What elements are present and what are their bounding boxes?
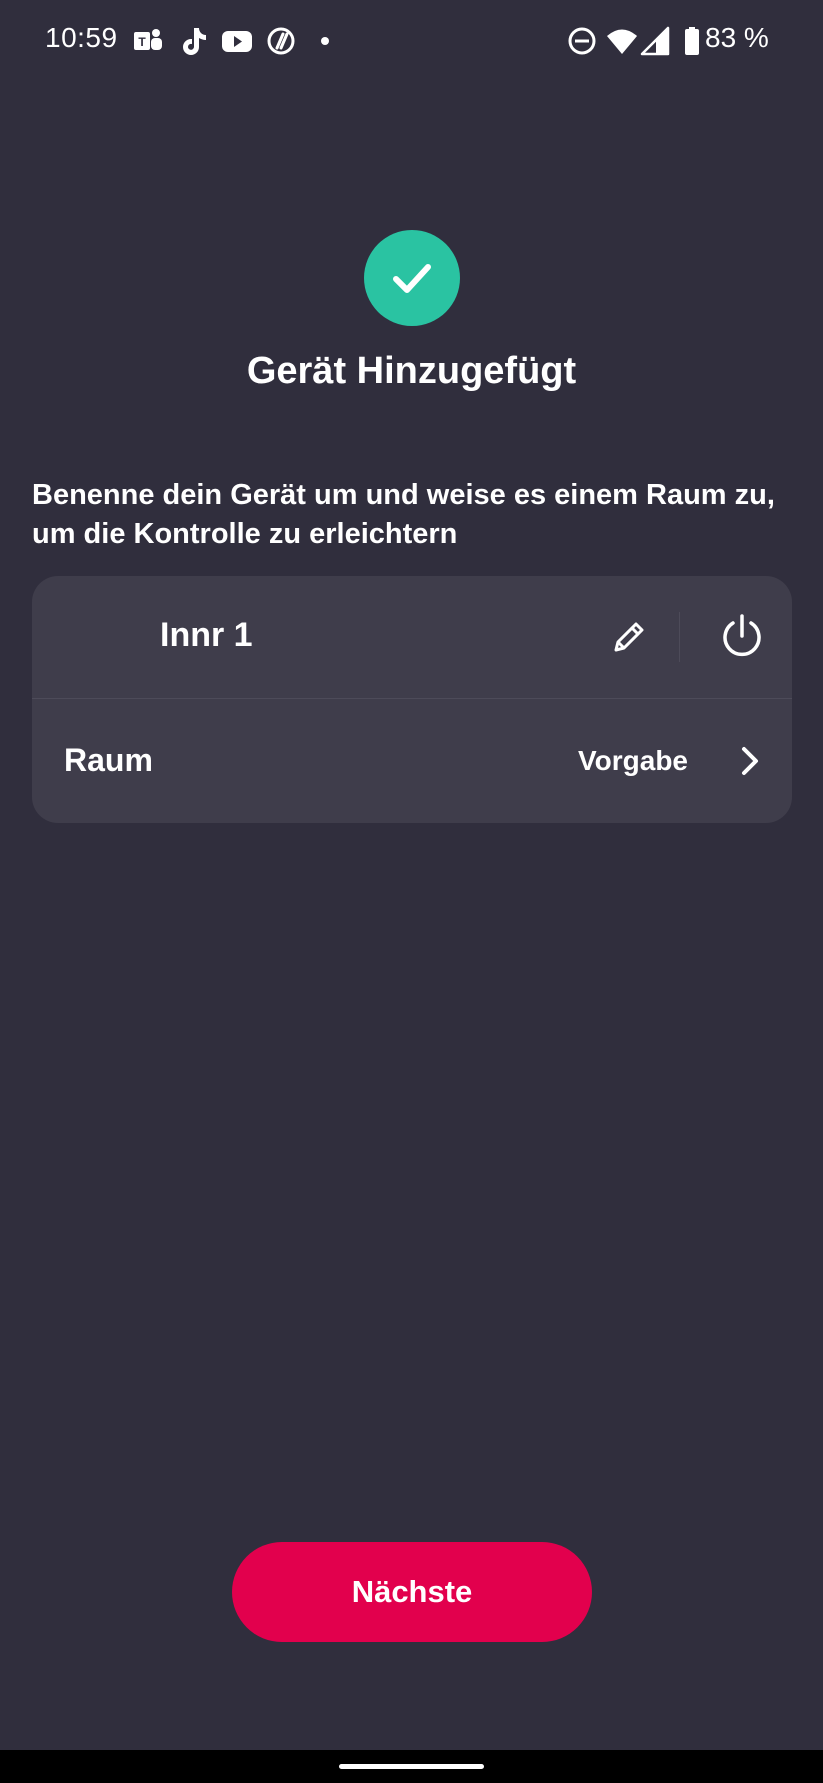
check-circle-icon (364, 230, 460, 326)
room-label: Raum (64, 742, 153, 778)
wifi-icon (605, 24, 639, 58)
youtube-icon (220, 24, 254, 58)
battery-icon (675, 24, 709, 58)
signal-icon (638, 24, 672, 58)
dot-icon (308, 24, 342, 58)
home-gesture-handle[interactable] (339, 1764, 484, 1769)
battery-percent: 83 % (705, 22, 769, 53)
divider (679, 612, 680, 662)
app-icon (264, 24, 298, 58)
status-time: 10:59 (45, 22, 118, 53)
device-row: Innr 1 (32, 576, 792, 698)
navigation-bar (0, 1750, 823, 1783)
next-button[interactable]: Nächste (232, 1542, 592, 1642)
instructions-text: Benenne dein Gerät um und weise es einem… (32, 479, 775, 550)
power-icon (723, 614, 761, 657)
svg-text:T: T (138, 35, 146, 49)
status-bar: 10:59 T 83 % (0, 0, 823, 84)
page-title: Gerät Hinzugefügt (246, 350, 577, 392)
chevron-right-icon (742, 747, 758, 775)
pencil-icon (614, 622, 644, 652)
room-selector-row[interactable]: Raum Vorgabe (32, 699, 792, 823)
edit-name-button[interactable] (598, 606, 658, 666)
power-toggle-button[interactable] (710, 604, 774, 668)
teams-icon: T (131, 24, 165, 58)
tiktok-icon (176, 24, 210, 58)
device-name: Innr 1 (160, 616, 253, 654)
room-value: Vorgabe (578, 745, 688, 776)
do-not-disturb-icon (565, 24, 599, 58)
device-card: Innr 1 Raum Vorgabe (32, 576, 792, 823)
